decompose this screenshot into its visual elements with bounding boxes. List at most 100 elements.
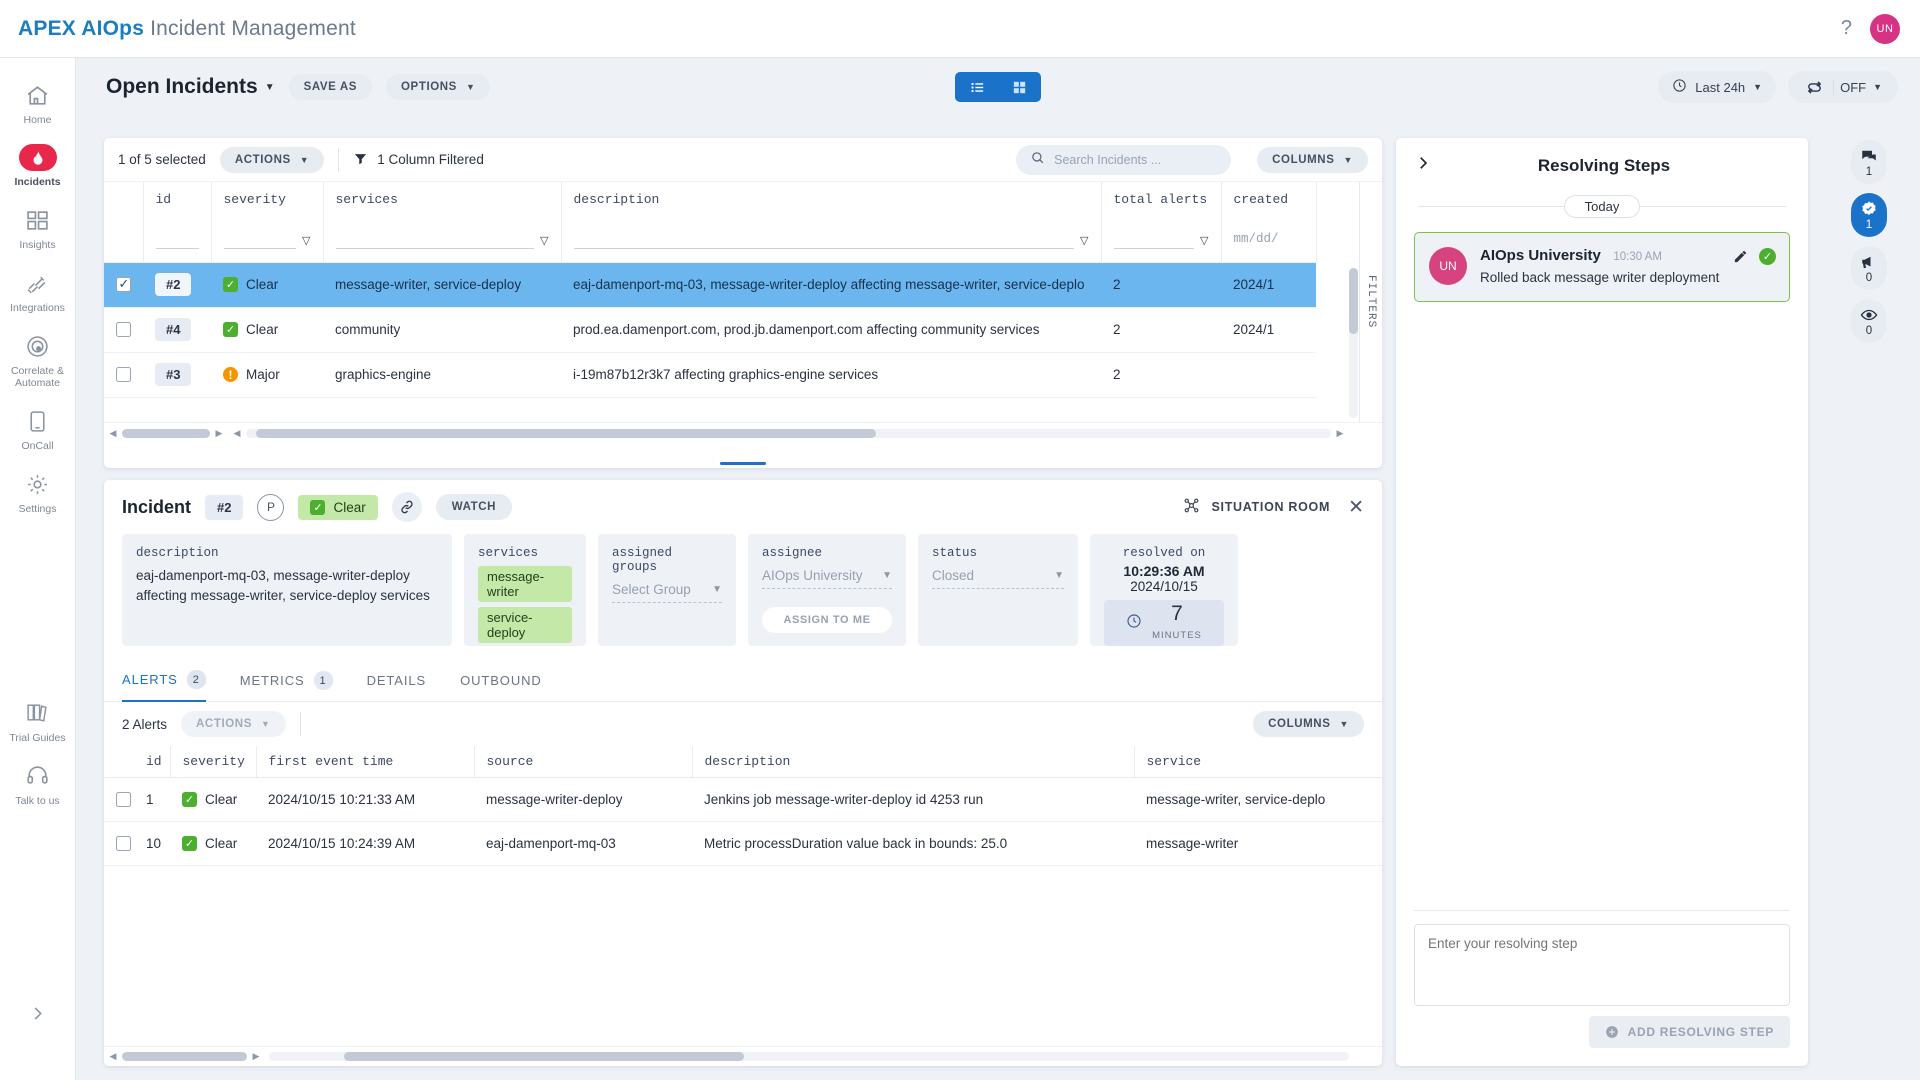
- filter-cell-id[interactable]: [143, 217, 212, 263]
- scroll-left-icon[interactable]: ◀: [228, 428, 246, 439]
- row-checkbox-cell[interactable]: [104, 262, 143, 308]
- hscroll-track-main[interactable]: [269, 1052, 1349, 1061]
- tab-details[interactable]: DETAILS: [367, 660, 427, 702]
- sidebar-item-incidents[interactable]: Incidents: [0, 135, 75, 197]
- time-range-picker[interactable]: Last 24h ▼: [1658, 71, 1777, 103]
- col-service[interactable]: service: [1134, 746, 1382, 778]
- status-badge[interactable]: ✓ Clear: [298, 494, 378, 520]
- col-id[interactable]: id: [143, 182, 212, 217]
- view-mode-toggle[interactable]: [955, 72, 1041, 102]
- row-checkbox-cell[interactable]: [104, 352, 143, 398]
- situation-room-button[interactable]: SITUATION ROOM: [1182, 496, 1330, 518]
- row-checkbox[interactable]: [116, 792, 131, 808]
- filters-side-tab[interactable]: FILTERS: [1359, 182, 1382, 422]
- pencil-icon[interactable]: [1733, 249, 1748, 264]
- page-title[interactable]: Open Incidents ▼: [106, 75, 275, 99]
- sidebar-item-integrations[interactable]: Integrations: [0, 260, 75, 323]
- scroll-right-icon[interactable]: ▶: [210, 428, 228, 439]
- table-row[interactable]: #3 ! Major graphics-engine i-19m87b12r3k7…: [104, 352, 1316, 398]
- question-icon[interactable]: ?: [1841, 17, 1852, 40]
- add-resolving-step-button[interactable]: ADD RESOLVING STEP: [1588, 1016, 1790, 1048]
- col-total-alerts[interactable]: total alerts: [1101, 182, 1222, 217]
- assigned-groups-select[interactable]: Select Group ▼: [612, 582, 722, 603]
- column-filter-indicator[interactable]: 1 Column Filtered: [353, 151, 484, 169]
- chevron-right-icon[interactable]: [1414, 154, 1432, 177]
- sidebar-item-insights[interactable]: Insights: [0, 197, 75, 260]
- columns-button[interactable]: COLUMNS ▼: [1257, 146, 1368, 173]
- grid-actions-button[interactable]: ACTIONS ▼: [219, 146, 325, 173]
- refresh-interval-select[interactable]: OFF ▼: [1833, 79, 1892, 95]
- card-view-icon[interactable]: [999, 74, 1039, 100]
- col-first-event-time[interactable]: first event time: [256, 746, 475, 778]
- list-view-icon[interactable]: [957, 74, 997, 100]
- sidebar-item-trial-guides[interactable]: Trial Guides: [0, 690, 75, 753]
- col-created[interactable]: created: [1221, 182, 1317, 217]
- grid-horizontal-scrollbar[interactable]: ◀ ▶ ◀ ▶: [104, 422, 1382, 444]
- filter-cell-created[interactable]: mm/dd/: [1221, 217, 1317, 263]
- refresh-icon[interactable]: [1798, 79, 1831, 96]
- col-description[interactable]: description: [561, 182, 1102, 217]
- close-icon[interactable]: ✕: [1348, 496, 1364, 519]
- col-description[interactable]: description: [692, 746, 1135, 778]
- scroll-right-icon[interactable]: ▶: [247, 1051, 265, 1062]
- tab-metrics[interactable]: METRICS 1: [240, 660, 333, 702]
- scroll-left-icon[interactable]: ◀: [104, 1051, 122, 1062]
- filter-cell-severity[interactable]: ▽: [211, 217, 324, 263]
- hscroll-track-left[interactable]: [122, 429, 210, 438]
- hscroll-track-left[interactable]: [122, 1052, 247, 1061]
- eye-icon-button[interactable]: 0: [1851, 299, 1887, 343]
- table-row[interactable]: #2 ✓Clear message-writer, service-deploy…: [104, 262, 1316, 308]
- save-as-button[interactable]: SAVE AS: [288, 74, 372, 100]
- table-row[interactable]: 10 ✓ Clear 2024/10/15 10:24:39 AM eaj-dam…: [104, 821, 1382, 866]
- row-checkbox-cell[interactable]: [104, 307, 143, 353]
- resolving-steps-icon-button[interactable]: 1: [1851, 193, 1887, 237]
- filter-funnel-icon[interactable]: ▽: [302, 234, 310, 249]
- col-services[interactable]: services: [323, 182, 562, 217]
- filter-cell-description[interactable]: ▽: [561, 217, 1102, 263]
- table-row[interactable]: 1 ✓ Clear 2024/10/15 10:21:33 AM message-…: [104, 777, 1382, 822]
- row-checkbox[interactable]: [116, 322, 131, 338]
- tab-alerts[interactable]: ALERTS 2: [122, 660, 206, 702]
- search-input[interactable]: [1054, 152, 1210, 167]
- sidebar-item-correlate-automate[interactable]: Correlate & Automate: [0, 323, 75, 398]
- assign-to-me-button[interactable]: ASSIGN TO ME: [762, 607, 892, 633]
- col-source[interactable]: source: [474, 746, 693, 778]
- assignee-select[interactable]: AIOps University ▼: [762, 568, 892, 589]
- alerts-actions-button[interactable]: ACTIONS ▼: [181, 711, 286, 737]
- sidebar-item-home[interactable]: Home: [0, 72, 75, 135]
- panel-resize-handle[interactable]: [720, 462, 766, 465]
- col-severity[interactable]: severity: [211, 182, 324, 217]
- alerts-columns-button[interactable]: COLUMNS ▼: [1253, 711, 1364, 737]
- row-checkbox-cell[interactable]: [104, 821, 134, 866]
- filter-cell-total-alerts[interactable]: ▽: [1101, 217, 1222, 263]
- resolving-step-item[interactable]: UN AIOps University 10:30 AM Rolled back…: [1414, 232, 1790, 302]
- grid-vertical-scrollbar[interactable]: [1349, 268, 1358, 418]
- scroll-left-icon[interactable]: ◀: [104, 428, 122, 439]
- status-select[interactable]: Closed ▼: [932, 568, 1064, 589]
- filter-funnel-icon[interactable]: ▽: [1080, 234, 1088, 249]
- watch-button[interactable]: WATCH: [435, 494, 513, 520]
- alerts-horizontal-scrollbar[interactable]: ◀ ▶: [104, 1046, 1382, 1066]
- row-checkbox-cell[interactable]: [104, 777, 134, 822]
- row-checkbox[interactable]: [116, 276, 131, 293]
- chevron-right-icon[interactable]: [22, 998, 52, 1028]
- comments-icon-button[interactable]: 1: [1851, 140, 1887, 184]
- filter-funnel-icon[interactable]: ▽: [540, 234, 548, 249]
- avatar[interactable]: UN: [1870, 13, 1900, 44]
- sidebar-item-talk-to-us[interactable]: Talk to us: [0, 753, 75, 816]
- col-severity[interactable]: severity: [170, 746, 257, 778]
- search-incidents-box[interactable]: [1016, 144, 1232, 175]
- check-circle-icon[interactable]: ✓: [1759, 248, 1776, 265]
- table-row[interactable]: #4 ✓ Clear community prod.ea.damenport.co…: [104, 307, 1316, 353]
- tab-outbound[interactable]: OUTBOUND: [460, 660, 542, 702]
- sidebar-item-oncall[interactable]: OnCall: [0, 398, 75, 461]
- options-button[interactable]: OPTIONS ▼: [386, 74, 491, 100]
- link-icon[interactable]: [391, 492, 422, 522]
- hscroll-track-main[interactable]: [246, 429, 1331, 438]
- row-checkbox[interactable]: [116, 367, 131, 383]
- scroll-right-icon[interactable]: ▶: [1331, 428, 1349, 439]
- row-checkbox[interactable]: [116, 836, 131, 852]
- megaphone-icon-button[interactable]: 0: [1851, 246, 1887, 290]
- col-id[interactable]: id: [134, 746, 171, 778]
- filter-funnel-icon[interactable]: ▽: [1200, 234, 1208, 249]
